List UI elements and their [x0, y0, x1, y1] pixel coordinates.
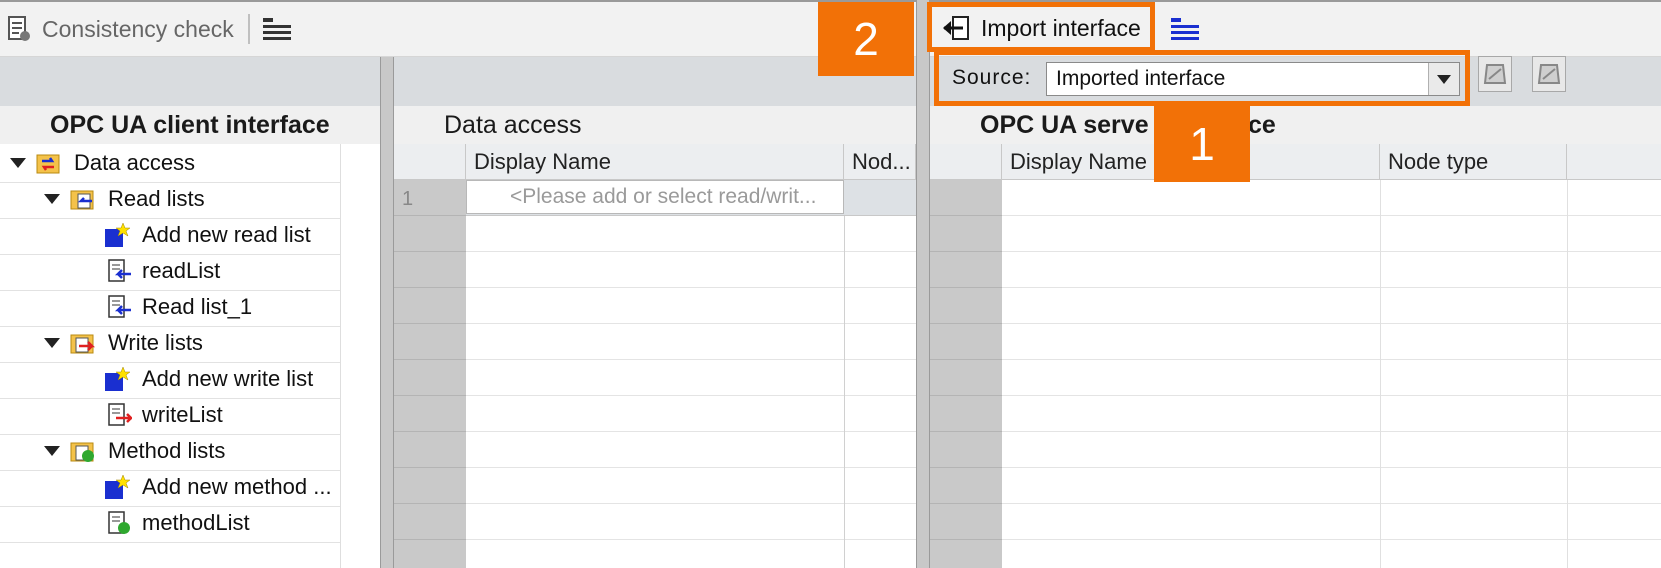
data-access-table: Display Name Nod... 1 <Please add or sel… [394, 144, 916, 568]
panel-splitter-left[interactable] [380, 57, 394, 568]
tree-item-label: methodList [142, 510, 250, 535]
tree-item-data-access[interactable]: Data access [0, 144, 340, 183]
tree-item-label: Read lists [108, 186, 205, 211]
client-panel-title: OPC UA client interface [50, 110, 330, 139]
column-header-label: Display Name [1010, 148, 1147, 174]
list-view-icon[interactable] [262, 16, 292, 42]
client-panel-header: OPC UA client interface [0, 106, 380, 144]
add-new-icon [104, 474, 131, 500]
tree-item-add-new-write-list[interactable]: Add new write list [0, 360, 340, 399]
row-number: 1 [402, 188, 414, 210]
read-list-icon [106, 258, 131, 284]
data-access-panel-title: Data access [444, 110, 582, 139]
tree-item-read-lists[interactable]: Read lists [0, 180, 340, 219]
panel-splitter-right[interactable] [916, 0, 930, 568]
column-header-label: Display Name [474, 148, 611, 174]
tree-item-writelist[interactable]: writeList [0, 396, 340, 435]
tree-item-label: Add new method ... [142, 474, 332, 499]
server-row-header-column [930, 180, 1002, 568]
tree-item-label: Write lists [108, 330, 203, 355]
server-column-header-node-type[interactable]: Node type [1380, 144, 1567, 180]
tree-item-method-lists[interactable]: Method lists [0, 432, 340, 471]
tree-item-label: readList [142, 258, 221, 283]
server-panel-title-part2: ce [1248, 110, 1276, 139]
tree-item-add-new-method[interactable]: Add new method ... [0, 468, 340, 507]
row-header-column [394, 180, 466, 568]
consistency-check-icon [6, 15, 32, 43]
tree-item-readlist[interactable]: readList [0, 252, 340, 291]
add-new-icon [104, 366, 131, 392]
method-list-icon [106, 510, 130, 536]
tree-item-write-lists[interactable]: Write lists [0, 324, 340, 363]
server-grid-rows [1002, 180, 1661, 568]
tree-item-label: Method lists [108, 438, 226, 463]
browse-source-icon[interactable] [1478, 56, 1512, 92]
tree-item-label: Add new read list [142, 222, 311, 247]
column-header-node-type[interactable]: Nod... [844, 144, 916, 180]
source-highlight [934, 50, 1470, 106]
consistency-check-button[interactable]: Consistency check [6, 12, 238, 46]
tree-item-label: Add new write list [142, 366, 314, 391]
read-folder-icon [70, 186, 94, 212]
data-grid-rows [466, 216, 916, 568]
tree-item-read-list-1[interactable]: Read list_1 [0, 288, 340, 327]
tree-item-label: Read list_1 [142, 294, 253, 319]
tree-item-methodlist[interactable]: methodList [0, 504, 340, 543]
expand-icon[interactable] [44, 446, 60, 456]
callout-badge-2: 2 [818, 2, 914, 76]
expand-icon[interactable] [10, 158, 26, 168]
write-list-icon [106, 402, 135, 428]
add-new-icon [104, 222, 131, 248]
expand-icon[interactable] [44, 338, 60, 348]
column-header-label: Nod... [852, 148, 911, 174]
add-read-write-item-cell[interactable]: <Please add or select read/writ... [466, 180, 916, 216]
tree-item-label: Data access [74, 150, 196, 175]
open-source-icon[interactable] [1532, 56, 1566, 92]
write-folder-icon [70, 330, 96, 356]
import-interface-highlight [927, 2, 1155, 52]
callout-badge-1: 1 [1154, 106, 1250, 182]
placeholder-text: <Please add or select read/writ... [510, 185, 817, 208]
server-panel-title-part1: OPC UA serve [980, 110, 1149, 139]
read-list-icon [106, 294, 131, 320]
client-tree: Data access Read lists Add new read list… [0, 144, 380, 568]
data-access-panel-header: Data access [394, 106, 916, 144]
server-list-view-icon[interactable] [1170, 16, 1200, 42]
expand-icon[interactable] [44, 194, 60, 204]
data-access-folder-icon [36, 150, 60, 176]
method-folder-icon [70, 438, 94, 464]
tree-item-add-new-read-list[interactable]: Add new read list [0, 216, 340, 255]
consistency-check-label: Consistency check [42, 15, 234, 42]
column-header-label: Node type [1388, 148, 1489, 174]
tree-item-label: writeList [142, 402, 223, 427]
server-table: Display Name Node type [930, 144, 1661, 568]
server-panel-header: OPC UA serve ce [930, 106, 1661, 144]
toolbar-separator [248, 14, 250, 44]
column-header-display-name[interactable]: Display Name [466, 144, 844, 180]
